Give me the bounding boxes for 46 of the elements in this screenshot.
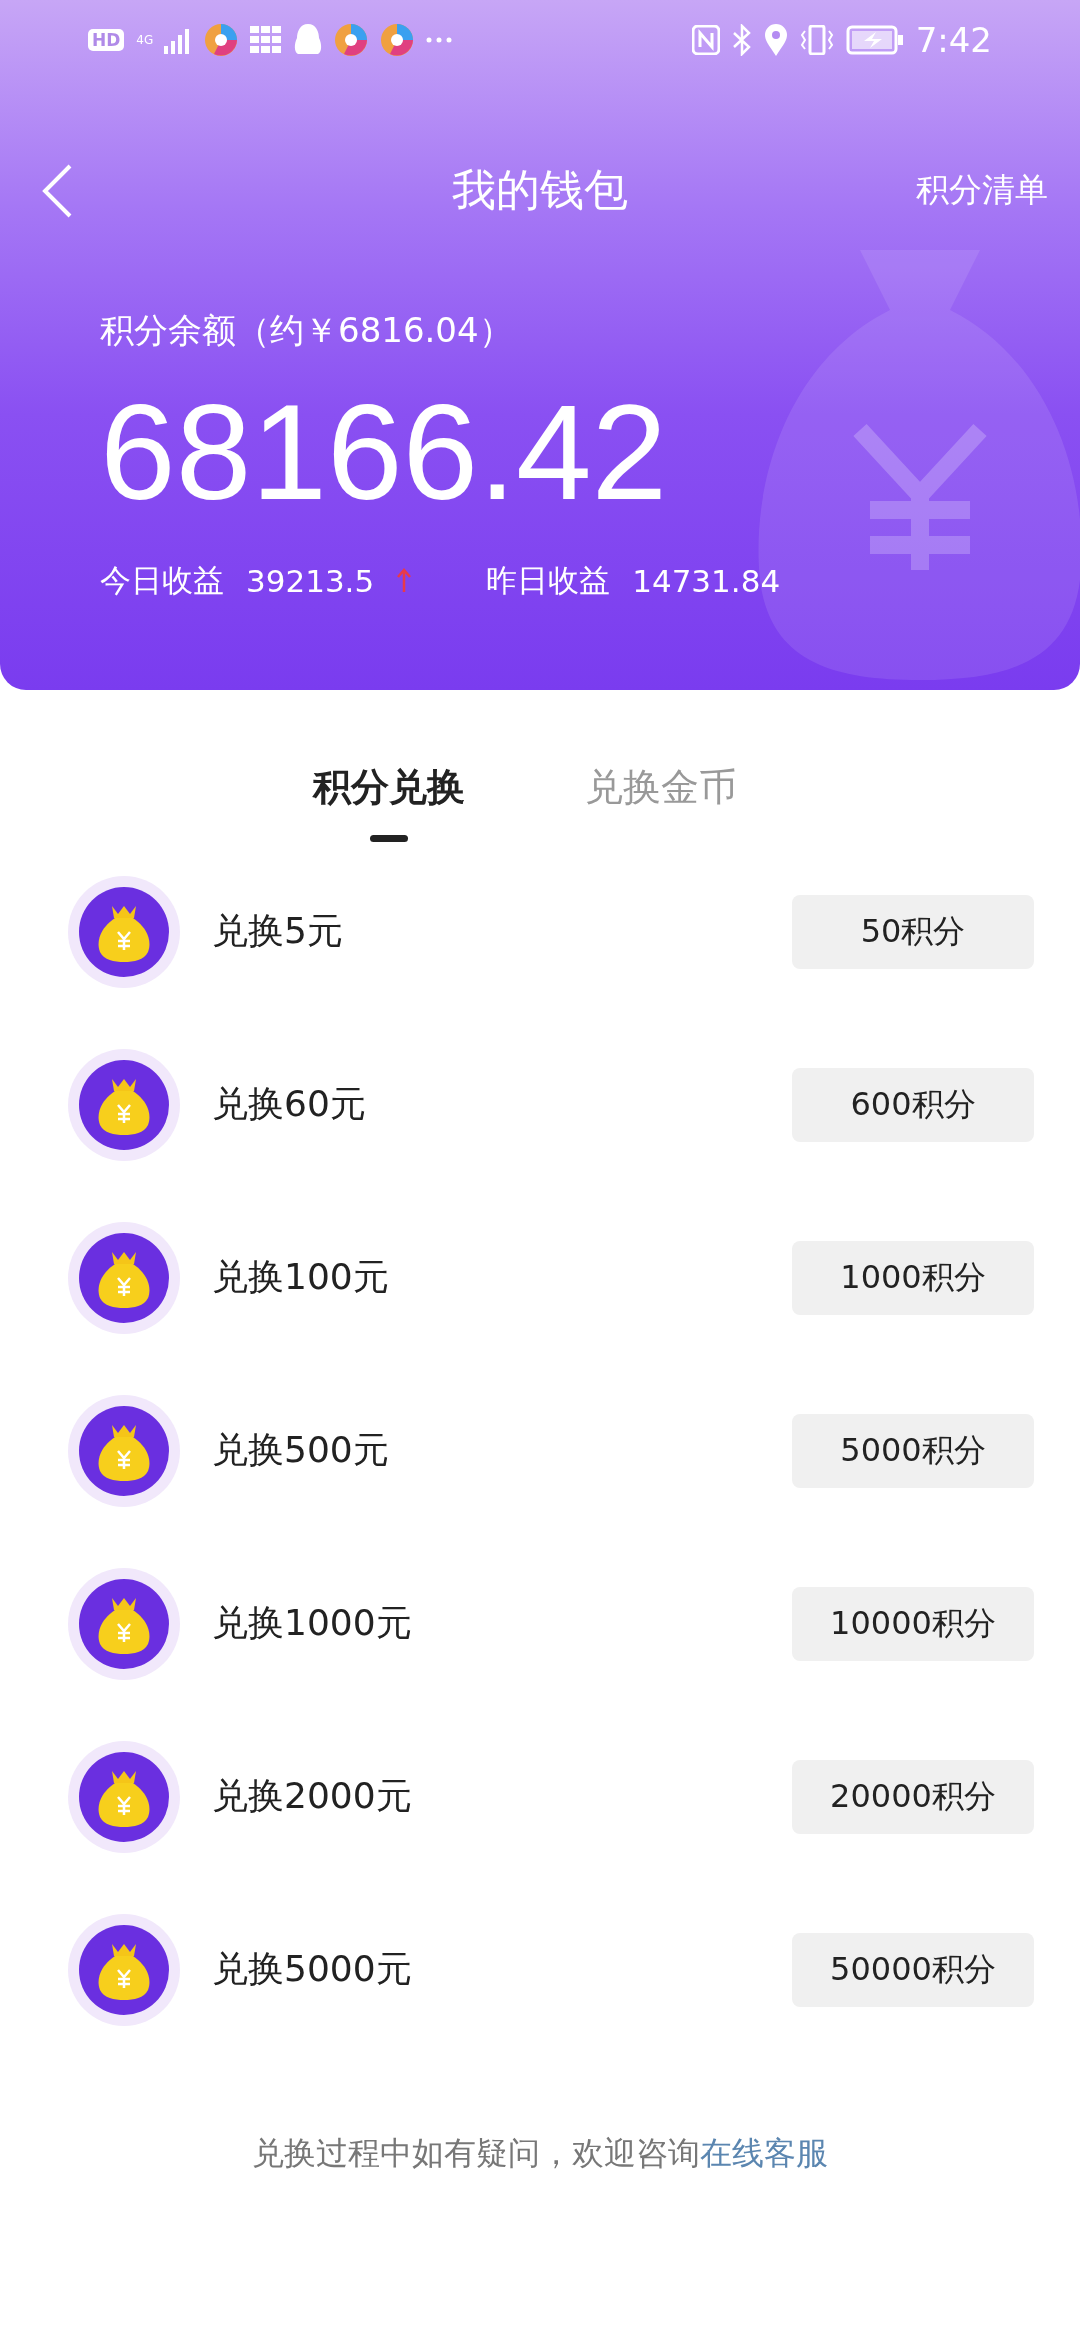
item-title: 兑换5元 — [212, 909, 344, 953]
balance-label: 积分余额（约￥6816.04） — [100, 309, 513, 352]
item-title: 兑换1000元 — [212, 1601, 413, 1645]
money-bag-icon — [68, 1394, 180, 1507]
stat-value: 14731.84 — [632, 563, 781, 599]
money-bag-icon — [68, 1567, 180, 1680]
points-button[interactable]: 50000积分 — [792, 1932, 1034, 2007]
money-bag-icon — [68, 1740, 180, 1853]
location-icon — [763, 24, 788, 56]
money-bag-icon — [68, 875, 180, 988]
points-button[interactable]: 1000积分 — [792, 1240, 1034, 1315]
tab[interactable]: 积分兑换 — [313, 762, 465, 813]
back-icon[interactable] — [40, 162, 74, 219]
item-title: 兑换5000元 — [212, 1947, 413, 1991]
points-button[interactable]: 20000积分 — [792, 1759, 1034, 1834]
money-bag-icon — [68, 1913, 180, 2026]
status-time: 7:42 — [915, 20, 992, 60]
app-icon — [380, 23, 415, 57]
bluetooth-icon — [731, 24, 752, 56]
stat-value: 39213.5 — [246, 563, 375, 599]
app-icon — [334, 23, 369, 57]
network-label: 4G — [136, 34, 153, 46]
stat-label: 昨日收益 — [486, 561, 611, 600]
item-title: 兑换2000元 — [212, 1774, 413, 1818]
money-bag-icon — [68, 1221, 180, 1334]
customer-service-link[interactable]: 在线客服 — [700, 2134, 828, 2172]
points-button[interactable]: 5000积分 — [792, 1413, 1034, 1488]
item-title: 兑换60元 — [212, 1082, 367, 1126]
item-title: 兑换500元 — [212, 1428, 390, 1472]
more-icon — [426, 37, 453, 43]
battery-charging-icon — [845, 25, 904, 55]
grid-icon — [250, 26, 283, 54]
hd-badge: HD — [88, 29, 125, 51]
app-icon — [204, 23, 239, 57]
nfc-icon — [691, 25, 720, 55]
balance-value: 68166.42 — [100, 384, 668, 520]
points-button[interactable]: 600积分 — [792, 1067, 1034, 1142]
points-button[interactable]: 10000积分 — [792, 1586, 1034, 1661]
help-text: 兑换过程中如有疑问，欢迎咨询在线客服 — [252, 2134, 828, 2172]
points-button[interactable]: 50积分 — [792, 894, 1034, 969]
page-title: 我的钱包 — [452, 164, 628, 215]
stat-label: 今日收益 — [100, 561, 224, 600]
tab-indicator — [370, 835, 408, 842]
item-title: 兑换100元 — [212, 1255, 390, 1299]
money-bag-icon — [68, 1048, 180, 1161]
vibrate-icon — [799, 25, 834, 55]
